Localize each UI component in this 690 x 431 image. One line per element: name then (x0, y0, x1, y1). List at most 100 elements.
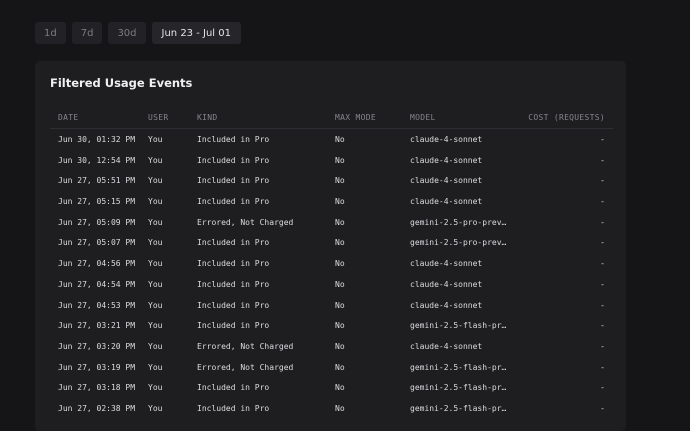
cell-kind: Included in Pro (197, 197, 270, 207)
table-row[interactable]: Jun 30, 01:32 PM You Included in Pro No clau… (50, 129, 613, 150)
cell-max-mode: No (335, 176, 345, 186)
cell-max-mode: No (335, 197, 345, 207)
cell-model: claude-4-sonnet (410, 155, 483, 165)
table-row[interactable]: Jun 30, 12:54 PM You Included in Pro No clau… (50, 150, 613, 171)
table-row[interactable]: Jun 27, 03:18 PM You Included in Pro No gemi… (50, 377, 613, 398)
cell-max-mode: No (335, 321, 345, 331)
range-1d-button[interactable]: 1d (35, 22, 66, 44)
cell-cost: - (600, 383, 605, 393)
cell-user: You (148, 279, 163, 289)
cell-kind: Errored, Not Charged (197, 341, 294, 351)
cell-cost: - (600, 217, 605, 227)
cell-date: Jun 27, 04:56 PM (58, 259, 136, 269)
cell-max-mode: No (335, 155, 345, 165)
column-header-model[interactable]: MODEL (410, 113, 436, 122)
table-row[interactable]: Jun 27, 04:54 PM You Included in Pro No clau… (50, 274, 613, 295)
cell-user: You (148, 197, 163, 207)
cell-date: Jun 27, 03:21 PM (58, 321, 136, 331)
cell-cost: - (600, 197, 605, 207)
cell-date: Jun 30, 01:32 PM (58, 135, 136, 144)
cell-kind: Included in Pro (197, 321, 270, 331)
cell-max-mode: No (335, 300, 345, 310)
cell-cost: - (600, 238, 605, 248)
cell-date: Jun 27, 05:07 PM (58, 238, 136, 248)
cell-user: You (148, 362, 163, 372)
cell-max-mode: No (335, 341, 345, 351)
cell-cost: - (600, 321, 605, 331)
cell-cost: - (600, 155, 605, 165)
table-row[interactable]: Jun 27, 03:20 PM You Errored, Not Charged N… (50, 336, 613, 357)
cell-model: gemini-2.5-flash-pr… (410, 403, 507, 413)
cell-kind: Included in Pro (197, 259, 270, 269)
cell-max-mode: No (335, 259, 345, 269)
cell-cost: - (600, 176, 605, 186)
cell-date: Jun 27, 03:20 PM (58, 341, 136, 351)
table-row[interactable]: Jun 27, 04:53 PM You Included in Pro No clau… (50, 295, 613, 316)
cell-model: claude-4-sonnet (410, 259, 483, 269)
column-header-date[interactable]: DATE (58, 113, 78, 122)
cell-model: claude-4-sonnet (410, 135, 483, 144)
date-range-selector: 1d 7d 30d Jun 23 - Jul 01 (35, 22, 241, 44)
cell-model: gemini-2.5-flash-pr… (410, 321, 507, 331)
cell-kind: Included in Pro (197, 403, 270, 413)
column-header-kind[interactable]: KIND (197, 113, 217, 122)
cell-model: claude-4-sonnet (410, 176, 483, 186)
cell-user: You (148, 341, 163, 351)
cell-user: You (148, 300, 163, 310)
table-row[interactable]: Jun 27, 05:15 PM You Included in Pro No clau… (50, 191, 613, 212)
column-header-user[interactable]: USER (148, 113, 168, 122)
cell-model: gemini-2.5-flash-pr… (410, 362, 507, 372)
table-row[interactable]: Jun 27, 05:51 PM You Included in Pro No clau… (50, 170, 613, 191)
column-header-max-mode[interactable]: MAX MODE (335, 113, 376, 122)
table-row[interactable]: Jun 27, 05:07 PM You Included in Pro No gemi… (50, 232, 613, 253)
cell-cost: - (600, 403, 605, 413)
cell-date: Jun 27, 04:53 PM (58, 300, 136, 310)
cell-kind: Included in Pro (197, 383, 270, 393)
cell-cost: - (600, 362, 605, 372)
custom-date-range-button[interactable]: Jun 23 - Jul 01 (151, 22, 241, 44)
range-30d-button[interactable]: 30d (108, 22, 146, 44)
cell-max-mode: No (335, 383, 345, 393)
table-header: DATE USER KIND MAX MODE MODEL COST (REQU… (50, 107, 613, 129)
cell-cost: - (600, 279, 605, 289)
cell-kind: Included in Pro (197, 300, 270, 310)
cell-model: claude-4-sonnet (410, 300, 483, 310)
cell-date: Jun 27, 03:18 PM (58, 383, 136, 393)
cell-date: Jun 27, 03:19 PM (58, 362, 136, 372)
cell-kind: Included in Pro (197, 279, 270, 289)
table-row[interactable]: Jun 27, 03:19 PM You Errored, Not Charged N… (50, 357, 613, 378)
table-row[interactable]: Jun 27, 05:09 PM You Errored, Not Charged N… (50, 212, 613, 233)
cell-max-mode: No (335, 238, 345, 248)
cell-model: claude-4-sonnet (410, 197, 483, 207)
cell-max-mode: No (335, 362, 345, 372)
cell-user: You (148, 176, 163, 186)
cell-kind: Errored, Not Charged (197, 217, 294, 227)
cell-kind: Errored, Not Charged (197, 362, 294, 372)
cell-date: Jun 27, 05:51 PM (58, 176, 136, 186)
usage-events-table: DATE USER KIND MAX MODE MODEL COST (REQU… (50, 107, 613, 419)
cell-kind: Included in Pro (197, 135, 270, 144)
range-7d-button[interactable]: 7d (71, 22, 103, 44)
cell-max-mode: No (335, 217, 345, 227)
table-row[interactable]: Jun 27, 04:56 PM You Included in Pro No clau… (50, 253, 613, 274)
cell-user: You (148, 155, 163, 165)
cell-model: gemini-2.5-flash-pr… (410, 383, 507, 393)
cell-date: Jun 27, 02:38 PM (58, 403, 136, 413)
cell-date: Jun 30, 12:54 PM (58, 155, 136, 165)
table-row[interactable]: Jun 27, 02:38 PM You Included in Pro No gemi… (50, 398, 613, 419)
cell-kind: Included in Pro (197, 155, 270, 165)
card-title: Filtered Usage Events (50, 76, 193, 90)
cell-user: You (148, 383, 163, 393)
column-header-cost[interactable]: COST (REQUESTS) (528, 113, 605, 122)
cell-user: You (148, 259, 163, 269)
cell-model: claude-4-sonnet (410, 279, 483, 289)
cell-model: gemini-2.5-pro-prev… (410, 217, 507, 227)
table-row[interactable]: Jun 27, 03:21 PM You Included in Pro No gemi… (50, 315, 613, 336)
table-body: Jun 30, 01:32 PM You Included in Pro No clau… (50, 129, 613, 419)
cell-user: You (148, 238, 163, 248)
cell-user: You (148, 321, 163, 331)
cell-cost: - (600, 300, 605, 310)
cell-cost: - (600, 135, 605, 144)
cell-max-mode: No (335, 135, 345, 144)
cell-kind: Included in Pro (197, 238, 270, 248)
